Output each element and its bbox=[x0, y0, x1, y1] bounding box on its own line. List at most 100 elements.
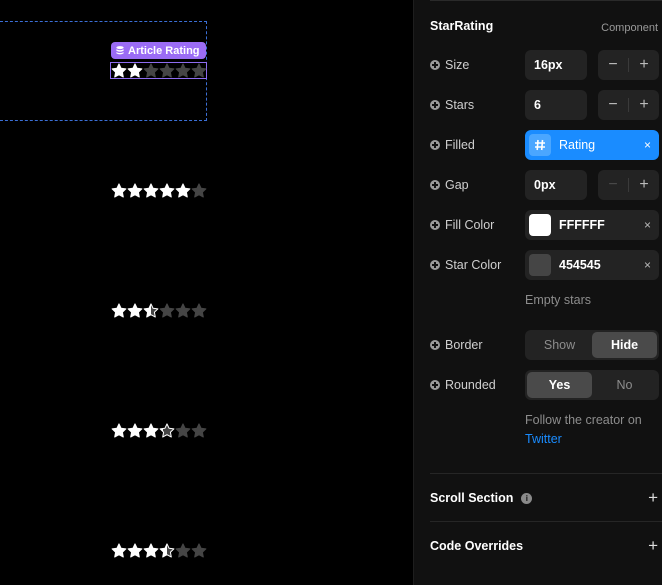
component-type: Component bbox=[601, 22, 658, 34]
panel-divider bbox=[430, 0, 662, 1]
star-icon bbox=[159, 183, 175, 198]
star-rating-row[interactable] bbox=[111, 183, 207, 199]
star-icon bbox=[191, 63, 207, 78]
remove-variable-button[interactable]: × bbox=[644, 138, 651, 152]
star-color-value: 454545 bbox=[559, 258, 601, 272]
color-swatch[interactable] bbox=[529, 214, 551, 236]
star-icon bbox=[191, 423, 207, 438]
border-toggle: Show Hide bbox=[525, 330, 659, 360]
star-color-hint: Empty stars bbox=[525, 293, 591, 307]
prop-filled: Filled Rating × bbox=[430, 130, 659, 160]
scroll-section-header[interactable]: Scroll Section i + bbox=[430, 488, 658, 508]
info-icon[interactable]: i bbox=[521, 492, 533, 504]
code-overrides-header[interactable]: Code Overrides + bbox=[430, 536, 658, 556]
twitter-link[interactable]: Twitter bbox=[525, 432, 562, 446]
star-icon bbox=[175, 543, 191, 558]
rounded-toggle: Yes No bbox=[525, 370, 659, 400]
star-icon bbox=[143, 183, 159, 198]
section-label: Code Overrides bbox=[430, 539, 524, 553]
decrement-button[interactable]: − bbox=[598, 90, 628, 120]
layer-badge[interactable]: Article Rating bbox=[111, 42, 206, 59]
star-icon bbox=[143, 543, 159, 558]
filled-variable-label: Rating bbox=[559, 138, 596, 152]
gap-input[interactable]: 0px bbox=[525, 170, 587, 200]
add-variable-icon[interactable] bbox=[430, 380, 440, 390]
prop-border: Border Show Hide bbox=[430, 330, 659, 360]
increment-button[interactable]: + bbox=[629, 50, 659, 80]
star-icon bbox=[111, 423, 127, 438]
star-icon bbox=[143, 303, 159, 318]
increment-button[interactable]: + bbox=[629, 90, 659, 120]
fill-color-value: FFFFFF bbox=[559, 218, 605, 232]
star-icon bbox=[111, 303, 127, 318]
star-icon bbox=[175, 63, 191, 78]
star-rating-row[interactable] bbox=[111, 543, 207, 559]
section-label: Scroll Section bbox=[430, 491, 514, 505]
prop-size: Size 16px − + bbox=[430, 50, 659, 80]
clear-color-button[interactable]: × bbox=[644, 218, 651, 232]
prop-label: Star Color bbox=[445, 258, 502, 272]
star-icon bbox=[175, 303, 191, 318]
star-icon bbox=[111, 543, 127, 558]
prop-rounded: Rounded Yes No bbox=[430, 370, 659, 400]
star-icon bbox=[127, 423, 143, 438]
add-variable-icon[interactable] bbox=[430, 180, 440, 190]
star-rating-row[interactable] bbox=[111, 63, 207, 79]
canvas[interactable]: Article Rating bbox=[0, 0, 413, 585]
star-icon bbox=[127, 183, 143, 198]
star-icon bbox=[191, 303, 207, 318]
database-icon bbox=[116, 46, 124, 55]
increment-button[interactable]: + bbox=[629, 170, 659, 200]
star-rating-row[interactable] bbox=[111, 423, 207, 439]
add-code-override-button[interactable]: + bbox=[648, 536, 658, 556]
star-icon bbox=[143, 423, 159, 438]
fill-color-field[interactable]: FFFFFF × bbox=[525, 210, 659, 240]
decrement-button[interactable]: − bbox=[598, 50, 628, 80]
border-hide-option[interactable]: Hide bbox=[592, 332, 657, 358]
add-variable-icon[interactable] bbox=[430, 220, 440, 230]
add-variable-icon[interactable] bbox=[430, 340, 440, 350]
star-icon bbox=[191, 543, 207, 558]
filled-variable-field[interactable]: Rating × bbox=[525, 130, 659, 160]
star-icon bbox=[111, 183, 127, 198]
size-input[interactable]: 16px bbox=[525, 50, 587, 80]
add-variable-icon[interactable] bbox=[430, 100, 440, 110]
color-swatch[interactable] bbox=[529, 254, 551, 276]
rounded-yes-option[interactable]: Yes bbox=[527, 372, 592, 398]
component-name: StarRating bbox=[430, 19, 494, 33]
star-icon bbox=[127, 63, 143, 78]
prop-label: Gap bbox=[445, 178, 469, 192]
star-icon bbox=[159, 423, 175, 438]
properties-panel: StarRating Component Size 16px − + Stars … bbox=[413, 0, 662, 585]
star-color-field[interactable]: 454545 × bbox=[525, 250, 659, 280]
stars-input[interactable]: 6 bbox=[525, 90, 587, 120]
add-variable-icon[interactable] bbox=[430, 260, 440, 270]
rounded-no-option[interactable]: No bbox=[592, 372, 657, 398]
gap-stepper: − + bbox=[598, 170, 659, 200]
prop-label: Rounded bbox=[445, 378, 496, 392]
layer-badge-label: Article Rating bbox=[128, 44, 200, 57]
section-divider bbox=[430, 521, 662, 522]
section-divider bbox=[430, 473, 662, 474]
star-icon bbox=[159, 303, 175, 318]
border-show-option[interactable]: Show bbox=[527, 332, 592, 358]
prop-label: Stars bbox=[445, 98, 475, 112]
prop-star-color: Star Color 454545 × bbox=[430, 250, 659, 280]
add-variable-icon[interactable] bbox=[430, 140, 440, 150]
star-icon bbox=[143, 63, 159, 78]
prop-gap: Gap 0px − + bbox=[430, 170, 659, 200]
add-variable-icon[interactable] bbox=[430, 60, 440, 70]
prop-label: Fill Color bbox=[445, 218, 495, 232]
star-icon bbox=[159, 543, 175, 558]
creator-text: Follow the creator on bbox=[525, 413, 642, 427]
add-scroll-section-button[interactable]: + bbox=[648, 488, 658, 508]
star-icon bbox=[111, 63, 127, 78]
size-stepper: − + bbox=[598, 50, 659, 80]
star-icon bbox=[127, 303, 143, 318]
star-rating-row[interactable] bbox=[111, 303, 207, 319]
prop-label: Size bbox=[445, 58, 470, 72]
clear-color-button[interactable]: × bbox=[644, 258, 651, 272]
star-icon bbox=[191, 183, 207, 198]
decrement-button[interactable]: − bbox=[598, 170, 628, 200]
prop-stars: Stars 6 − + bbox=[430, 90, 659, 120]
